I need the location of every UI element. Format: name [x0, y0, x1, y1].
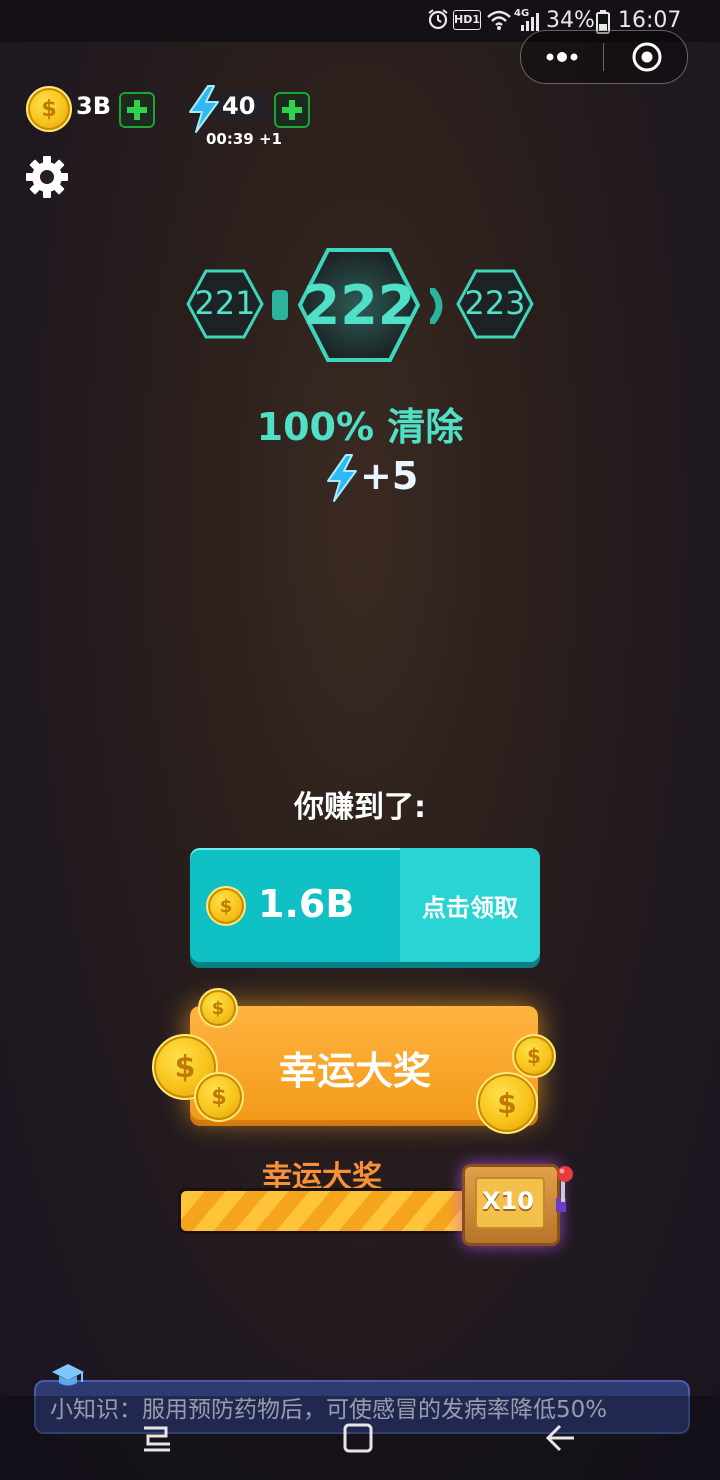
recent-apps-icon[interactable] — [140, 1424, 174, 1458]
claim-label-area: 点击领取 — [400, 848, 540, 962]
claim-reward-button[interactable]: $ 1.6B 点击领取 — [190, 848, 540, 962]
earned-label: 你赚到了: — [294, 790, 426, 825]
wifi-icon — [486, 9, 512, 35]
alarm-icon — [426, 7, 450, 37]
plus-icon — [282, 100, 302, 120]
coin-icon: $ — [206, 886, 246, 926]
settings-gear-icon[interactable] — [24, 154, 70, 204]
miniapp-capsule — [520, 30, 688, 84]
energy-reward: +5 — [360, 454, 419, 498]
multiplier-label: X10 — [482, 1187, 534, 1215]
home-icon[interactable] — [342, 1422, 374, 1458]
energy-timer: 00:39 +1 — [206, 130, 282, 148]
slot-lever-icon — [552, 1164, 578, 1220]
level-next: 223 — [456, 268, 534, 344]
lightning-icon — [322, 452, 362, 508]
lucky-progress-fill — [181, 1191, 465, 1231]
target-icon[interactable] — [631, 41, 663, 77]
graduation-cap-icon — [50, 1362, 86, 1394]
clear-percentage: 100% 清除 — [256, 405, 464, 449]
hd-icon: HD1 — [453, 10, 481, 30]
earned-amount: 1.6B — [258, 882, 355, 926]
add-energy-button[interactable] — [274, 92, 310, 128]
level-connector-right — [428, 286, 448, 326]
coin-icon: $ — [512, 1034, 556, 1078]
slot-machine-box: X10 — [462, 1164, 560, 1246]
lucky-progress-bar — [178, 1188, 482, 1234]
navigation-bar — [0, 1396, 720, 1480]
energy-count: 40 — [222, 92, 256, 120]
level-prev: 221 — [186, 268, 264, 344]
back-arrow-icon[interactable] — [544, 1422, 576, 1458]
coin-icon: $ — [194, 1072, 244, 1122]
claim-label: 点击领取 — [422, 894, 518, 922]
coin-icon: $ — [198, 988, 238, 1028]
coin-icon: $ — [476, 1072, 538, 1134]
plus-icon — [127, 100, 147, 120]
coin-icon: $ — [26, 86, 72, 132]
add-coins-button[interactable] — [119, 92, 155, 128]
capsule-divider — [603, 43, 604, 71]
level-connector-left — [272, 290, 288, 320]
more-dots-icon[interactable] — [545, 47, 579, 71]
level-current: 222 — [296, 246, 422, 368]
coin-count: 3B — [76, 92, 111, 120]
